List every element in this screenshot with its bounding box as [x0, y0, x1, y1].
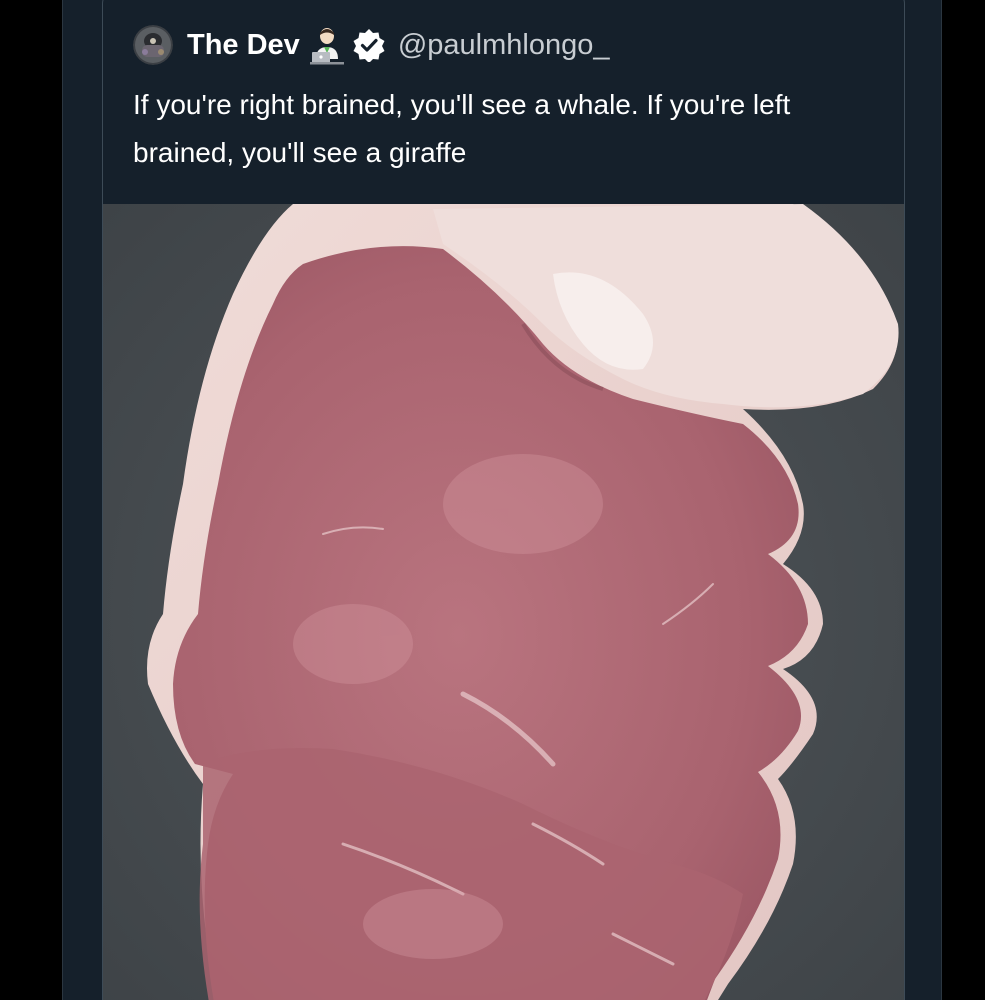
technologist-emoji	[308, 25, 346, 65]
screenshot-page: The Dev @paulmhlongo_ If you're right br…	[0, 0, 985, 1000]
profile-avatar[interactable]	[133, 25, 173, 65]
raw-steak-photo	[103, 204, 904, 1000]
user-handle[interactable]: @paulmhlongo_	[398, 29, 610, 62]
quoted-tweet-card[interactable]: The Dev @paulmhlongo_ If you're right br…	[102, 0, 905, 1000]
tweet-text: If you're right brained, you'll see a wh…	[133, 89, 791, 168]
tweet-media-image[interactable]	[103, 204, 904, 1000]
display-name[interactable]: The Dev	[187, 29, 300, 62]
tweet-header: The Dev @paulmhlongo_	[133, 21, 609, 69]
verified-badge-icon	[352, 28, 386, 63]
